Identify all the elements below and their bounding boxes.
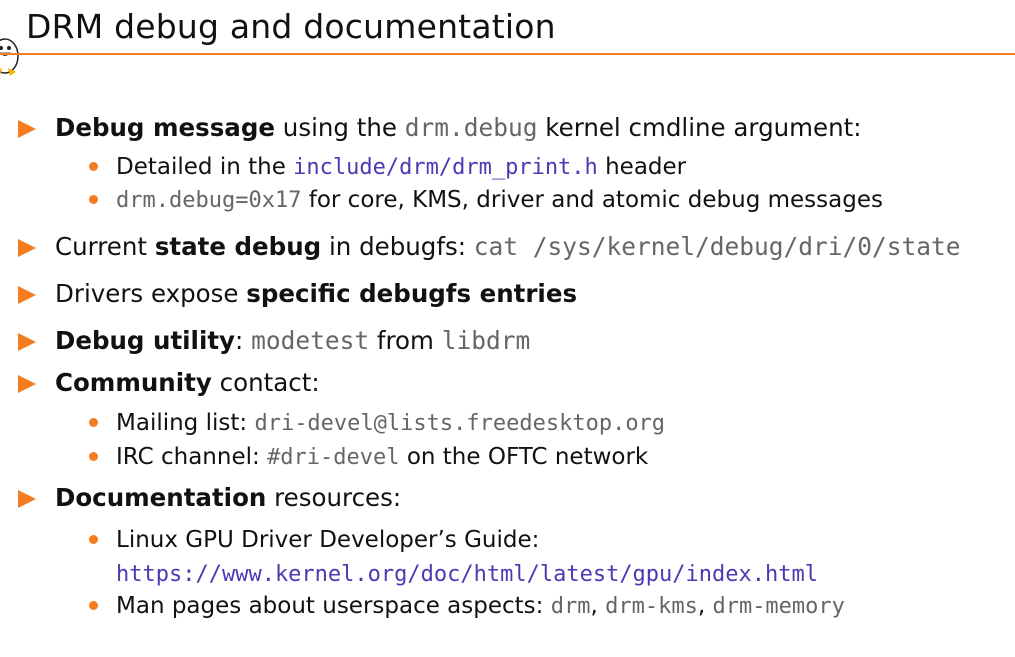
bullet-triangle-icon [18,490,36,508]
bullet-state-debug: Current state debug in debugfs: cat /sys… [55,231,961,263]
inline-code: drm-memory [712,594,845,619]
mailing-list-address: dri-devel@lists.freedesktop.org [254,411,666,436]
sub-bullet-mailing-list: Mailing list: dri-devel@lists.freedeskto… [116,407,665,440]
sub-bullet-dot-icon [89,418,98,427]
bullet-triangle-icon [18,375,36,393]
sub-bullet-dot-icon [89,601,98,610]
sub-bullet-text: IRC channel: [116,444,268,470]
inline-code: cat /sys/kernel/debug/dri/0/state [473,232,961,261]
gpu-guide-link-row: https://www.kernel.org/doc/html/latest/g… [116,558,818,591]
sub-bullet-print-header: Detailed in the include/drm/drm_print.h … [116,151,686,184]
sub-bullet-dot-icon [89,535,98,544]
sub-bullet-irc-channel: IRC channel: #dri-devel on the OFTC netw… [116,441,648,474]
bullet-text: from [369,326,442,355]
bullet-emphasis: Debug utility [55,326,236,355]
bullet-documentation: Documentation resources: [55,482,401,514]
sub-bullet-dot-icon [89,162,98,171]
bullet-triangle-icon [18,333,36,351]
bullet-text: in debugfs: [321,232,474,261]
bullet-text: using the [275,113,405,142]
separator-text: , [697,593,713,619]
sub-bullet-text: Linux GPU Driver Developer’s Guide: [116,527,540,553]
bullet-emphasis: state debug [154,232,322,261]
inline-code: modetest [251,326,370,355]
bullet-text: resources: [266,483,402,512]
bullet-triangle-icon [18,286,36,304]
sub-bullet-gpu-guide: Linux GPU Driver Developer’s Guide: [116,524,539,556]
bullet-emphasis: specific debugfs entries [246,279,578,308]
sub-bullet-text: Mailing list: [116,410,255,436]
bullet-text: Current [55,232,155,261]
sub-bullet-dot-icon [89,452,98,461]
inline-code: drm-kms [605,594,698,619]
bullet-triangle-icon [18,239,36,257]
sub-bullet-text: header [597,154,687,180]
bullet-debugfs-entries: Drivers expose specific debugfs entries [55,278,577,310]
inline-code: drm.debug [404,113,538,142]
inline-code: drm.debug=0x17 [116,188,302,213]
inline-code: drm [550,594,591,619]
gpu-guide-link[interactable]: https://www.kernel.org/doc/html/latest/g… [116,562,818,587]
bullet-text: Drivers expose [55,279,247,308]
bullet-emphasis: Debug message [55,113,275,142]
separator-text: , [590,593,606,619]
sub-bullet-text: for core, KMS, driver and atomic debug m… [301,187,883,213]
sub-bullet-text: Detailed in the [116,154,294,180]
inline-code: libdrm [441,326,531,355]
bullet-debug-utility: Debug utility: modetest from libdrm [55,325,530,357]
sub-bullet-dot-icon [89,195,98,204]
bullet-emphasis: Community [55,368,212,397]
sub-bullet-text: on the OFTC network [399,444,649,470]
bullet-community: Community contact: [55,367,320,399]
sub-bullet-drm-debug-value: drm.debug=0x17 for core, KMS, driver and… [116,184,883,217]
sub-bullet-text: Man pages about userspace aspects: [116,593,551,619]
header-file-link[interactable]: include/drm/drm_print.h [293,155,598,180]
bullet-triangle-icon [18,120,36,138]
bullet-emphasis: Documentation [55,483,267,512]
bullet-debug-message: Debug message using the drm.debug kernel… [55,112,861,144]
irc-channel-name: #dri-devel [267,445,400,470]
bullet-text: : [235,326,252,355]
bullet-text: contact: [211,368,320,397]
slide-body: Debug message using the drm.debug kernel… [0,0,1015,657]
bullet-text: kernel cmdline argument: [537,113,862,142]
sub-bullet-man-pages: Man pages about userspace aspects: drm, … [116,590,845,623]
